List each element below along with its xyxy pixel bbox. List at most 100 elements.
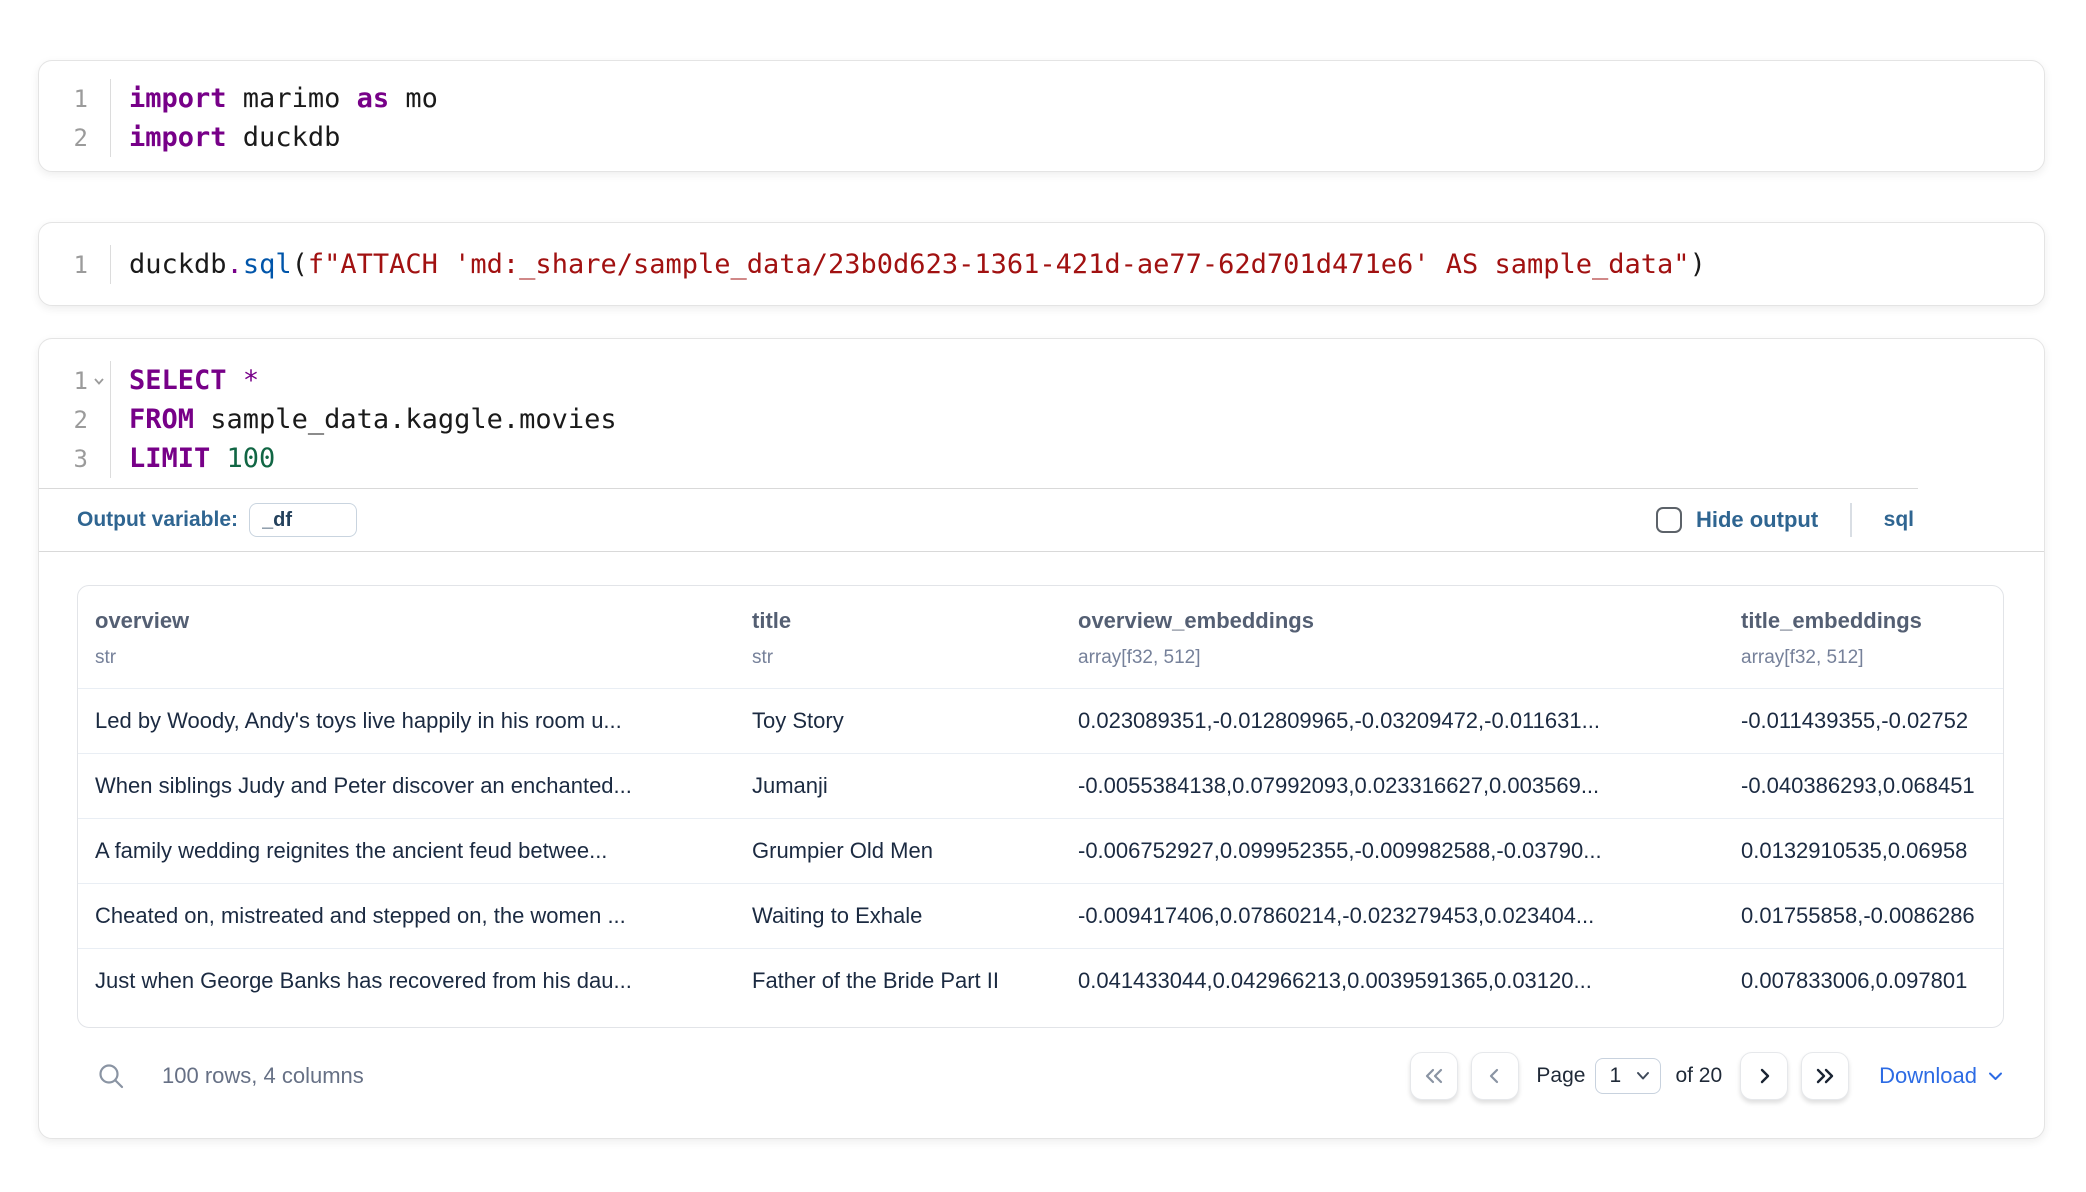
page-number-value: 1 [1609, 1064, 1635, 1088]
first-page-button[interactable] [1410, 1052, 1458, 1100]
cell-overview: A family wedding reignites the ancient f… [78, 838, 735, 864]
cell-overview-embeddings: -0.006752927,0.099952355,-0.009982588,-0… [1061, 838, 1724, 864]
code-token: marimo [227, 83, 357, 114]
code-line: import duckdb [129, 118, 2044, 157]
column-name: title [752, 610, 1061, 632]
search-icon[interactable] [96, 1061, 126, 1091]
code-token: LIMIT [129, 443, 210, 474]
chevron-down-icon [1635, 1070, 1651, 1082]
code-line: duckdb.sql(f"ATTACH 'md:_share/sample_da… [129, 245, 2044, 284]
fold-chevron-down-icon[interactable] [88, 361, 110, 400]
cell-overview: When siblings Judy and Peter discover an… [78, 773, 735, 799]
table-row: Cheated on, mistreated and stepped on, t… [78, 883, 2003, 948]
column-name: overview_embeddings [1078, 610, 1724, 632]
output-variable-label: Output variable: [77, 508, 238, 532]
sql-options-bar: Output variable: Hide output sql [39, 489, 2044, 551]
cell-title: Jumanji [735, 773, 1061, 799]
line-number: 2 [39, 400, 110, 439]
code-token: * [243, 365, 259, 396]
code-token: sample_data.kaggle.movies [194, 404, 617, 435]
code-editor[interactable]: 1 duckdb.sql(f"ATTACH 'md:_share/sample_… [39, 223, 2044, 305]
sql-cell: 1 2 3 SELECT * FROM sample_data.kaggle.m… [38, 338, 2045, 1139]
table-footer: 100 rows, 4 columns Page 1 of 20 [77, 1052, 2004, 1100]
column-name: title_embeddings [1741, 610, 2003, 632]
download-button[interactable]: Download [1879, 1063, 2004, 1089]
hide-output-label[interactable]: Hide output [1696, 507, 1818, 533]
code-cell-imports: 1 2 import marimo as mo import duckdb [38, 60, 2045, 172]
code-content[interactable]: import marimo as mo import duckdb [111, 79, 2044, 157]
code-line: import marimo as mo [129, 79, 2044, 118]
column-header-overview[interactable]: overview str [78, 610, 735, 667]
page-total-label: of 20 [1675, 1064, 1722, 1088]
previous-page-button[interactable] [1471, 1052, 1519, 1100]
line-number-gutter: 1 2 3 [39, 361, 111, 478]
code-token [227, 365, 243, 396]
code-token: import [129, 122, 227, 153]
line-number: 1 [39, 245, 110, 284]
cell-title-embeddings: 0.0132910535,0.06958 [1724, 838, 2003, 864]
code-token: ) [1690, 249, 1706, 280]
code-token: f"ATTACH 'md:_share/sample_data/23b0d623… [308, 249, 1690, 280]
row-count-summary: 100 rows, 4 columns [162, 1063, 364, 1089]
cell-overview: Led by Woody, Andy's toys live happily i… [78, 708, 735, 734]
output-variable-input[interactable] [249, 503, 357, 537]
page-number-select[interactable]: 1 [1595, 1058, 1661, 1094]
code-token: SELECT [129, 365, 227, 396]
cell-overview-embeddings: 0.023089351,-0.012809965,-0.03209472,-0.… [1061, 708, 1724, 734]
divider [1850, 503, 1852, 537]
cell-title-embeddings: -0.040386293,0.068451 [1724, 773, 2003, 799]
code-token: import [129, 83, 227, 114]
result-table: overview str title str overview_embeddin… [77, 585, 2004, 1028]
cell-title-embeddings: -0.011439355,-0.02752 [1724, 708, 2003, 734]
code-line: LIMIT 100 [129, 439, 2044, 478]
column-header-overview-embeddings[interactable]: overview_embeddings array[f32, 512] [1061, 610, 1724, 667]
code-token: ( [292, 249, 308, 280]
table-row: A family wedding reignites the ancient f… [78, 818, 2003, 883]
code-content[interactable]: SELECT * FROM sample_data.kaggle.movies … [111, 361, 2044, 478]
column-dtype: array[f32, 512] [1741, 648, 2003, 667]
column-dtype: str [95, 648, 735, 667]
next-page-button[interactable] [1740, 1052, 1788, 1100]
cell-title: Waiting to Exhale [735, 903, 1061, 929]
last-page-button[interactable] [1801, 1052, 1849, 1100]
line-number-text: 1 [74, 85, 88, 113]
line-number-gutter: 1 2 [39, 79, 111, 157]
column-dtype: str [752, 648, 1061, 667]
cell-title-embeddings: 0.01755858,-0.0086286 [1724, 903, 2003, 929]
hide-output-checkbox[interactable] [1656, 507, 1682, 533]
pagination: Page 1 of 20 Download [1410, 1052, 2004, 1100]
code-token: FROM [129, 404, 194, 435]
code-editor[interactable]: 1 2 import marimo as mo import duckdb [39, 61, 2044, 171]
code-token: duckdb [129, 249, 227, 280]
line-number-text: 1 [74, 251, 88, 279]
code-line: FROM sample_data.kaggle.movies [129, 400, 2044, 439]
code-token [210, 443, 226, 474]
cell-title-embeddings: 0.007833006,0.097801 [1724, 968, 2003, 994]
code-token: mo [389, 83, 438, 114]
code-content[interactable]: duckdb.sql(f"ATTACH 'md:_share/sample_da… [111, 245, 2044, 284]
line-number-text: 2 [74, 124, 88, 152]
cell-title: Grumpier Old Men [735, 838, 1061, 864]
table-header-row: overview str title str overview_embeddin… [78, 586, 2003, 688]
cell-overview-embeddings: -0.0055384138,0.07992093,0.023316627,0.0… [1061, 773, 1724, 799]
line-number-text: 3 [74, 445, 88, 473]
line-number: 2 [39, 118, 110, 157]
column-header-title[interactable]: title str [735, 610, 1061, 667]
cell-title: Father of the Bride Part II [735, 968, 1061, 994]
table-row: Led by Woody, Andy's toys live happily i… [78, 688, 2003, 753]
line-number: 1 [39, 79, 110, 118]
line-number-text: 1 [74, 367, 88, 395]
cell-overview-embeddings: -0.009417406,0.07860214,-0.023279453,0.0… [1061, 903, 1724, 929]
line-number-text: 2 [74, 406, 88, 434]
code-token: duckdb [227, 122, 341, 153]
cell-title: Toy Story [735, 708, 1061, 734]
chevron-down-icon [1987, 1070, 2004, 1083]
code-cell-attach-db: 1 duckdb.sql(f"ATTACH 'md:_share/sample_… [38, 222, 2045, 306]
code-editor[interactable]: 1 2 3 SELECT * FROM sample_data.kaggle.m… [39, 339, 2044, 488]
line-number: 1 [39, 361, 110, 400]
notebook-page: 1 2 import marimo as mo import duckdb 1 … [0, 0, 2086, 1139]
language-badge[interactable]: sql [1884, 508, 1914, 532]
column-dtype: array[f32, 512] [1078, 648, 1724, 667]
code-token: . [227, 249, 243, 280]
column-header-title-embeddings[interactable]: title_embeddings array[f32, 512] [1724, 610, 2003, 667]
